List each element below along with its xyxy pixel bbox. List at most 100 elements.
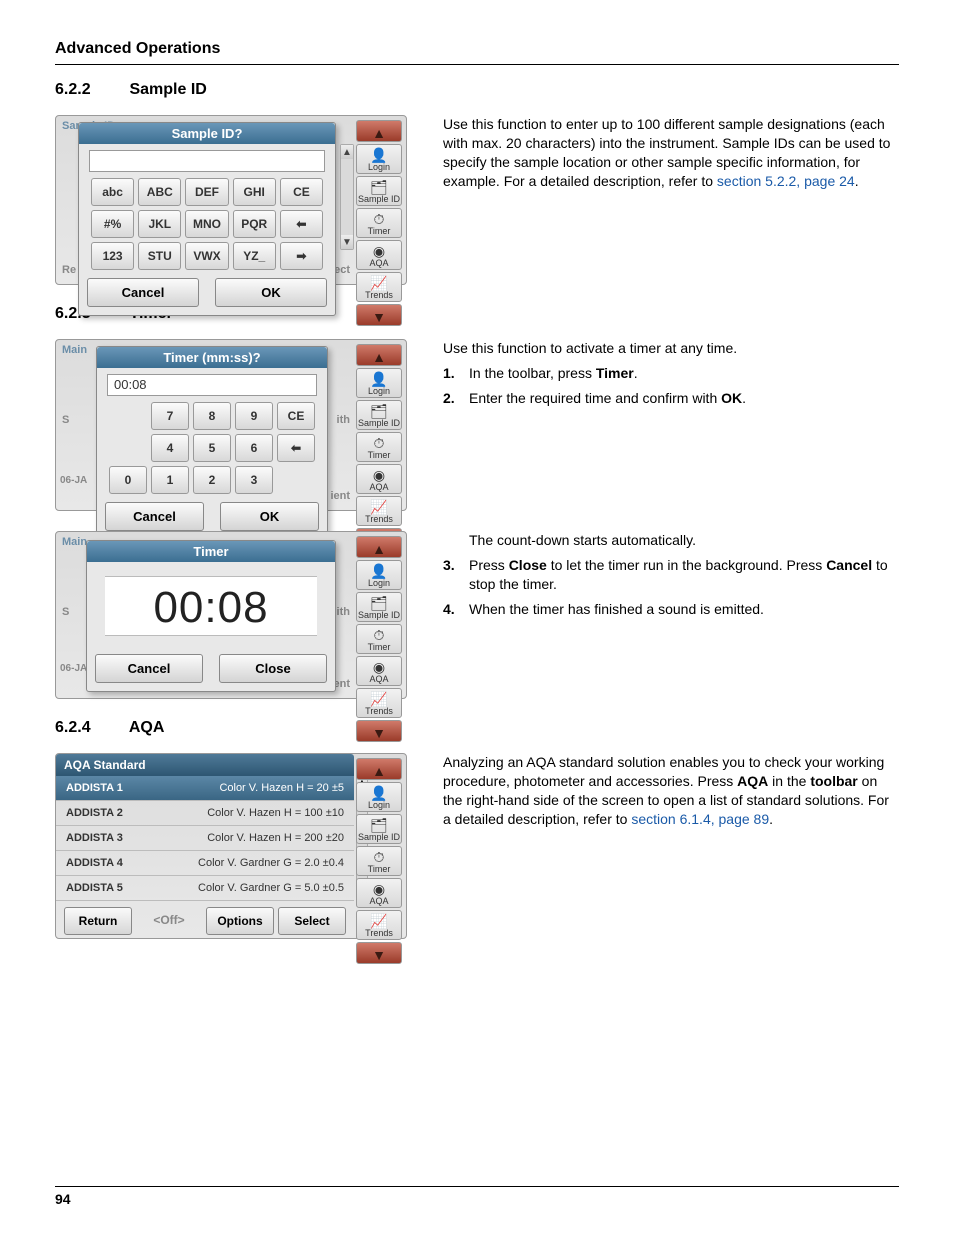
key-DEF[interactable]: DEF: [185, 178, 228, 206]
key-8[interactable]: 8: [193, 402, 231, 430]
key-STU[interactable]: STU: [138, 242, 181, 270]
bg-06ja: 06-JA: [60, 475, 87, 486]
step-num-3: 3.: [443, 556, 469, 594]
timer-ok-button[interactable]: OK: [220, 502, 319, 531]
key-right-icon[interactable]: ➡: [280, 242, 323, 270]
sidebar-aqa[interactable]: ◉AQA: [356, 878, 402, 908]
timer-cancel-button[interactable]: Cancel: [105, 502, 204, 531]
key-ABC-upper[interactable]: ABC: [138, 178, 181, 206]
key-JKL[interactable]: JKL: [138, 210, 181, 238]
sidebar-trends[interactable]: 📈Trends: [356, 496, 402, 526]
sidebar-aqa[interactable]: ◉AQA: [356, 240, 402, 270]
toolbar-sidebar: ▲ 👤Login 🗂Sample ID ⏱Timer ◉AQA 📈Trends …: [356, 758, 402, 934]
timer-intro: Use this function to activate a timer at…: [443, 339, 899, 358]
link-614[interactable]: section 6.1.4, page 89: [631, 811, 769, 827]
aqa-row-5[interactable]: ADDISTA 5Color V. Gardner G = 5.0 ±0.5: [56, 876, 354, 901]
sidebar-up-icon[interactable]: ▲: [356, 344, 402, 366]
bg-label-re: Re: [62, 264, 76, 276]
key-CE[interactable]: CE: [280, 178, 323, 206]
sidebar-sampleid[interactable]: 🗂Sample ID: [356, 814, 402, 844]
sidebar-aqa[interactable]: ◉AQA: [356, 656, 402, 686]
aqa-paragraph: Analyzing an AQA standard solution enabl…: [443, 753, 899, 829]
step-4-text: When the timer has finished a sound is e…: [469, 600, 899, 619]
key-4[interactable]: 4: [151, 434, 189, 462]
aqa-row-3[interactable]: ADDISTA 3Color V. Hazen H = 200 ±20: [56, 826, 354, 851]
sidebar-up-icon[interactable]: ▲: [356, 536, 402, 558]
key-6[interactable]: 6: [235, 434, 273, 462]
key-abc[interactable]: abc: [91, 178, 134, 206]
link-522[interactable]: section 5.2.2, page 24: [717, 173, 855, 189]
ok-button[interactable]: OK: [215, 278, 327, 307]
aqa-row-2[interactable]: ADDISTA 2Color V. Hazen H = 100 ±10: [56, 801, 354, 826]
sidebar-down-icon[interactable]: ▼: [356, 720, 402, 742]
scrollbar[interactable]: ▲ ▼: [340, 144, 354, 250]
sample-id-dialog: Sample ID? abc ABC DEF GHI CE #% JKL MNO…: [78, 122, 336, 316]
sample-id-dialog-title: Sample ID?: [79, 123, 335, 144]
cancel-button[interactable]: Cancel: [87, 278, 199, 307]
sidebar-trends[interactable]: 📈Trends: [356, 688, 402, 718]
key-hash[interactable]: #%: [91, 210, 134, 238]
countdown-dialog: Timer 00:08 Cancel Close: [86, 540, 336, 692]
sidebar-trends[interactable]: 📈Trends: [356, 272, 402, 302]
sidebar-sampleid[interactable]: 🗂Sample ID: [356, 400, 402, 430]
bg-s2: S: [62, 606, 69, 618]
key-123[interactable]: 123: [91, 242, 134, 270]
sidebar-trends[interactable]: 📈Trends: [356, 910, 402, 940]
sample-id-input[interactable]: [89, 150, 325, 172]
key-backspace-icon[interactable]: ⬅: [277, 434, 315, 462]
bg-ith: ith: [337, 414, 350, 426]
sidebar-timer[interactable]: ⏱Timer: [356, 846, 402, 876]
sidebar-sampleid[interactable]: 🗂Sample ID: [356, 176, 402, 206]
sidebar-login[interactable]: 👤Login: [356, 368, 402, 398]
aqa-row-4[interactable]: ADDISTA 4Color V. Gardner G = 2.0 ±0.4: [56, 851, 354, 876]
step-num-4: 4.: [443, 600, 469, 619]
key-MNO[interactable]: MNO: [185, 210, 228, 238]
key-ce[interactable]: CE: [277, 402, 315, 430]
aqa-select-button[interactable]: Select: [278, 907, 346, 935]
sidebar-login[interactable]: 👤Login: [356, 560, 402, 590]
key-VWX[interactable]: VWX: [185, 242, 228, 270]
key-9[interactable]: 9: [235, 402, 273, 430]
key-PQR[interactable]: PQR: [233, 210, 276, 238]
sidebar-login[interactable]: 👤Login: [356, 144, 402, 174]
key-YZ[interactable]: YZ_: [233, 242, 276, 270]
bg-ith2: ith: [337, 606, 350, 618]
timer-dialog-title: Timer (mm:ss)?: [97, 347, 327, 368]
scroll-down-icon[interactable]: ▼: [341, 235, 353, 249]
bg-ient: ient: [330, 490, 350, 502]
sidebar-aqa[interactable]: ◉AQA: [356, 464, 402, 494]
bg-breadcrumb-main2: Main: [62, 536, 87, 548]
key-2[interactable]: 2: [193, 466, 231, 494]
sidebar-timer[interactable]: ⏱Timer: [356, 432, 402, 462]
countdown-dialog-title: Timer: [87, 541, 335, 562]
key-1[interactable]: 1: [151, 466, 189, 494]
aqa-return-button[interactable]: Return: [64, 907, 132, 935]
scroll-up-icon[interactable]: ▲: [341, 145, 353, 159]
section-624-name: AQA: [129, 719, 165, 736]
aqa-panel: AQA Standard ADDISTA 1Color V. Hazen H =…: [55, 753, 407, 939]
sidebar-up-icon[interactable]: ▲: [356, 758, 402, 780]
key-3[interactable]: 3: [235, 466, 273, 494]
step-num-1: 1.: [443, 364, 469, 383]
key-back-icon[interactable]: ⬅: [280, 210, 323, 238]
key-0[interactable]: 0: [109, 466, 147, 494]
sidebar-timer[interactable]: ⏱Timer: [356, 624, 402, 654]
aqa-options-button[interactable]: Options: [206, 907, 274, 935]
sidebar-sampleid[interactable]: 🗂Sample ID: [356, 592, 402, 622]
key-5[interactable]: 5: [193, 434, 231, 462]
bg-06ja2: 06-JA: [60, 663, 87, 674]
key-7[interactable]: 7: [151, 402, 189, 430]
countdown-close-button[interactable]: Close: [219, 654, 327, 683]
sidebar-up-icon[interactable]: ▲: [356, 120, 402, 142]
aqa-row-1[interactable]: ADDISTA 1Color V. Hazen H = 20 ±5: [56, 776, 354, 801]
sidebar-login[interactable]: 👤Login: [356, 782, 402, 812]
sidebar-timer[interactable]: ⏱Timer: [356, 208, 402, 238]
countdown-cancel-button[interactable]: Cancel: [95, 654, 203, 683]
timer-input[interactable]: 00:08: [107, 374, 317, 396]
sidebar-down-icon[interactable]: ▼: [356, 942, 402, 964]
key-GHI[interactable]: GHI: [233, 178, 276, 206]
bg-breadcrumb-main: Main: [62, 344, 87, 356]
section-622-title: 6.2.2 Sample ID: [55, 81, 899, 99]
step-num-2: 2.: [443, 389, 469, 408]
sidebar-down-icon[interactable]: ▼: [356, 304, 402, 326]
